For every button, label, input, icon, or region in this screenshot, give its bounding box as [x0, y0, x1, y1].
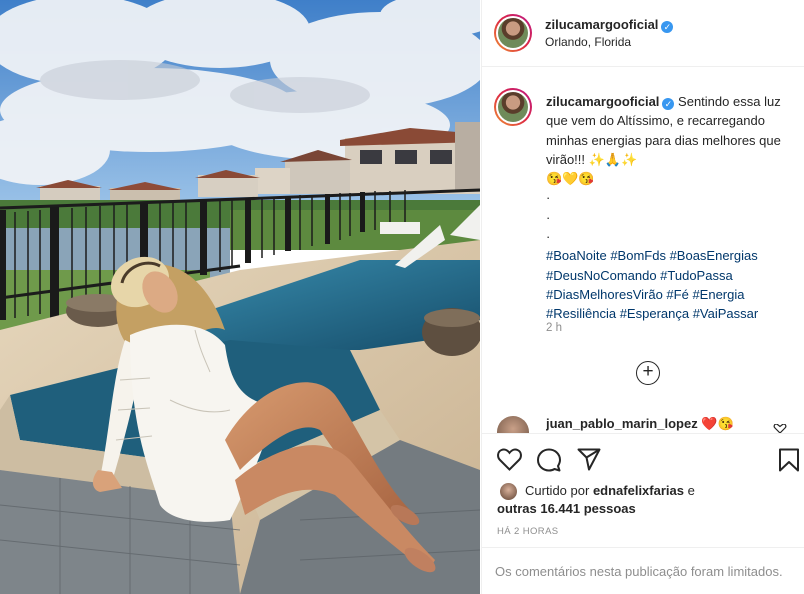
verified-badge-icon: ✓: [662, 98, 675, 110]
instagram-post-view: zilucamargooficial ✓ Orlando, Florida zil…: [0, 0, 804, 594]
caption-username[interactable]: zilucamargooficial: [546, 94, 659, 109]
load-more-comments-button[interactable]: +: [636, 361, 660, 385]
author-avatar[interactable]: [494, 14, 532, 52]
share-paper-plane-icon[interactable]: [577, 448, 601, 471]
like-heart-icon[interactable]: [497, 448, 522, 471]
comment-text: ❤️😘: [701, 416, 734, 431]
caption-text-line1: Sentindo essa: [678, 94, 761, 109]
header-username[interactable]: zilucamargooficial: [545, 17, 658, 32]
caption-dot: ·: [546, 229, 551, 245]
comment-avatar[interactable]: [497, 416, 529, 433]
actions-divider: [481, 433, 804, 434]
comments-limited-notice: Os comentários nesta publicação foram li…: [495, 564, 783, 579]
header-author: zilucamargooficial ✓: [545, 16, 674, 34]
save-bookmark-icon[interactable]: [778, 448, 800, 472]
comment-like-heart-icon[interactable]: [773, 424, 787, 433]
location-link[interactable]: Orlando, Florida: [545, 35, 631, 49]
post-timestamp[interactable]: HÁ 2 HORAS: [497, 526, 559, 537]
comment-avatar-clip: [497, 416, 529, 433]
photo-illustration: [0, 0, 480, 594]
likes-others-link[interactable]: outras 16.441 pessoas: [497, 499, 636, 518]
caption-dot: ·: [546, 190, 551, 206]
caption-hashtags[interactable]: #BoaNoite #BomFds #BoasEnergias #DeusNoC…: [546, 248, 758, 321]
caption-emojis: 😘💛😘: [546, 171, 595, 187]
likes-connector: e: [687, 483, 695, 498]
caption-dot: ·: [546, 209, 551, 225]
post-photo[interactable]: [0, 0, 480, 594]
caption-time[interactable]: 2 h: [546, 322, 562, 334]
comment-username[interactable]: juan_pablo_marin_lopez: [546, 416, 698, 431]
likes-prefix: Curtido por: [525, 483, 590, 498]
verified-badge-icon: ✓: [661, 21, 674, 33]
likes-summary: Curtido por ednafelixfarias e: [525, 481, 800, 500]
caption-avatar[interactable]: [494, 88, 532, 126]
caption: zilucamargooficial ✓ Sentindo essa luz qu…: [546, 92, 804, 324]
liker-username[interactable]: ednafelixfarias: [593, 483, 684, 498]
comment-icon[interactable]: [537, 448, 561, 472]
comment-row: juan_pablo_marin_lopez ❤️😘: [546, 416, 786, 433]
